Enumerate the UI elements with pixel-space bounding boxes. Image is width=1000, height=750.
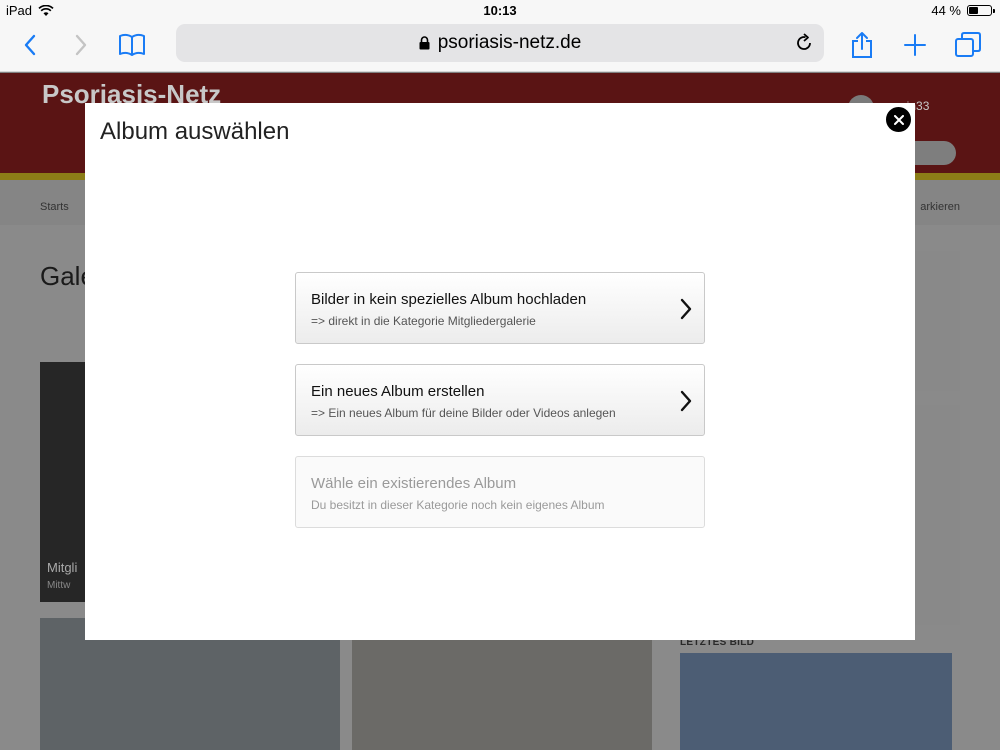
gallery-tile-caption: Mitgli <box>47 560 78 575</box>
battery-icon <box>967 5 995 16</box>
clock: 10:13 <box>483 3 517 18</box>
bookmarks-button[interactable] <box>115 28 149 62</box>
browser-toolbar: psoriasis-netz.de <box>0 20 1000 72</box>
battery-percent: 44 % <box>931 3 961 18</box>
gallery-image-sea <box>352 638 652 750</box>
share-button[interactable] <box>845 28 879 62</box>
address-bar[interactable]: psoriasis-netz.de <box>176 24 824 62</box>
status-right: 44 % <box>931 3 995 18</box>
option-title: Wähle ein existierendes Album <box>311 475 517 492</box>
breadcrumb: Starts <box>40 201 69 213</box>
url-text: psoriasis-netz.de <box>437 32 582 53</box>
chevron-left-icon <box>24 34 36 56</box>
plus-icon <box>904 34 926 56</box>
upload-no-album-option[interactable]: Bilder in kein spezielles Album hochlade… <box>295 272 705 344</box>
option-subtitle: => Ein neues Album für deine Bilder oder… <box>311 406 616 420</box>
new-tab-button[interactable] <box>898 28 932 62</box>
close-button[interactable] <box>884 105 913 134</box>
create-album-option[interactable]: Ein neues Album erstellen => Ein neues A… <box>295 364 705 436</box>
option-title: Bilder in kein spezielles Album hochlade… <box>311 291 587 308</box>
tabs-button[interactable] <box>951 28 985 62</box>
close-icon <box>893 114 904 125</box>
lock-icon <box>419 36 430 50</box>
tabs-icon <box>955 32 981 57</box>
reload-icon[interactable] <box>794 33 814 53</box>
chevron-right-icon <box>680 390 692 412</box>
album-select-modal: Album auswählen Bilder in kein spezielle… <box>85 103 915 640</box>
modal-title: Album auswählen <box>100 118 290 145</box>
forward-button[interactable] <box>64 28 98 62</box>
option-title: Ein neues Album erstellen <box>311 383 485 400</box>
book-icon <box>119 33 145 56</box>
chevron-right-icon <box>680 298 692 320</box>
battery-fill <box>969 7 979 14</box>
existing-album-option: Wähle ein existierendes Album Du besitzt… <box>295 456 705 528</box>
chevron-right-icon <box>75 34 87 56</box>
option-subtitle: Du besitzt in dieser Kategorie noch kein… <box>311 498 605 512</box>
share-icon <box>852 32 872 58</box>
breadcrumb-right: arkieren <box>920 201 960 213</box>
option-subtitle: => direkt in die Kategorie Mitgliedergal… <box>311 314 536 328</box>
last-image <box>680 653 952 750</box>
ios-status-bar: iPad 10:13 44 % <box>0 0 1000 20</box>
back-button[interactable] <box>13 28 47 62</box>
gallery-tile-date: Mittw <box>47 580 71 591</box>
